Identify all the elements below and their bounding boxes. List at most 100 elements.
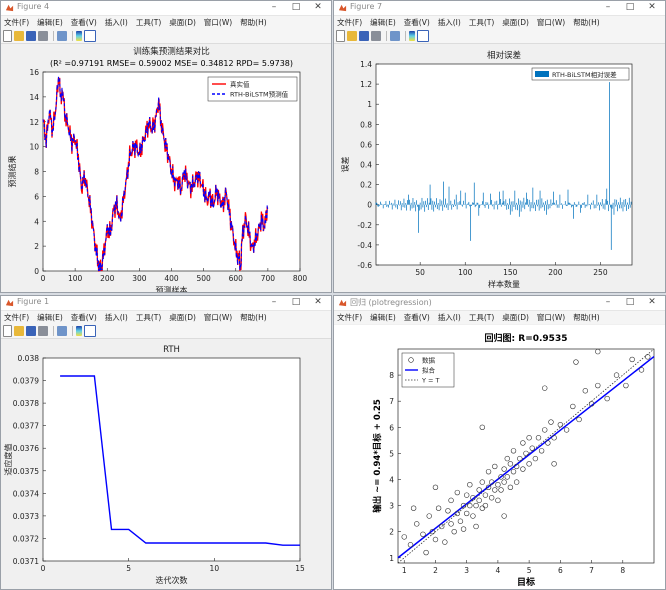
menu-help[interactable]: 帮助(H) [240, 311, 267, 324]
open-folder-icon[interactable] [14, 31, 24, 41]
window-title: 回归 (plotregression) [350, 298, 432, 307]
menu-tools[interactable]: 工具(T) [469, 16, 494, 29]
colorbar-icon[interactable] [76, 326, 82, 336]
close-icon[interactable]: ✕ [307, 296, 329, 310]
error-bar [566, 204, 568, 207]
error-bar [424, 204, 426, 212]
print-icon[interactable] [38, 31, 48, 41]
menu-help[interactable]: 帮助(H) [240, 16, 267, 29]
colorbar-icon[interactable] [409, 31, 415, 41]
menu-view[interactable]: 查看(V) [404, 311, 430, 324]
menu-edit[interactable]: 编辑(E) [37, 311, 63, 324]
x-tick-label: 5 [126, 564, 131, 573]
menu-insert[interactable]: 插入(I) [105, 16, 128, 29]
menu-edit[interactable]: 编辑(E) [370, 311, 396, 324]
maximize-icon[interactable]: □ [619, 1, 641, 15]
menu-insert[interactable]: 插入(I) [438, 16, 461, 29]
menu-view[interactable]: 查看(V) [71, 16, 97, 29]
menu-tools[interactable]: 工具(T) [136, 16, 161, 29]
maximize-icon[interactable]: □ [619, 296, 641, 310]
titlebar[interactable]: 回归 (plotregression) – □ ✕ [334, 296, 665, 311]
menu-file[interactable]: 文件(F) [337, 311, 362, 324]
y-tick-label: 0.4 [360, 161, 372, 170]
menu-window[interactable]: 窗口(W) [537, 311, 565, 324]
menu-edit[interactable]: 编辑(E) [370, 16, 396, 29]
save-icon[interactable] [26, 326, 36, 336]
legend-icon[interactable] [84, 30, 96, 42]
menu-insert[interactable]: 插入(I) [105, 311, 128, 324]
save-icon[interactable] [359, 31, 369, 41]
menu-file[interactable]: 文件(F) [4, 311, 29, 324]
menu-help[interactable]: 帮助(H) [573, 16, 600, 29]
error-bar [467, 203, 469, 205]
y-tick-label: 10 [29, 143, 39, 152]
new-file-icon[interactable] [3, 325, 12, 337]
menu-help[interactable]: 帮助(H) [573, 311, 600, 324]
print-icon[interactable] [371, 31, 381, 41]
menu-file[interactable]: 文件(F) [337, 16, 362, 29]
titlebar[interactable]: Figure 1 – □ ✕ [1, 296, 331, 311]
error-bar [470, 204, 472, 241]
error-bar [482, 201, 483, 205]
chart-subtitle: (R² =0.97191 RMSE= 0.59002 MSE= 0.34812 … [50, 59, 293, 68]
close-icon[interactable]: ✕ [641, 1, 663, 15]
figure-canvas: 相对误差 50 100 150 200 250 -0.6 -0.4 -0.2 0 0.2 0.4 0.6… [334, 44, 665, 292]
minimize-icon[interactable]: – [597, 296, 619, 310]
legend-icon[interactable] [84, 325, 96, 337]
open-folder-icon[interactable] [14, 326, 24, 336]
x-tick-label: 0 [41, 274, 46, 283]
menu-window[interactable]: 窗口(W) [204, 311, 232, 324]
menu-desktop[interactable]: 桌面(D) [502, 16, 529, 29]
open-folder-icon[interactable] [347, 31, 357, 41]
titlebar[interactable]: Figure 7 – □ ✕ [334, 1, 665, 16]
error-bar [378, 204, 380, 207]
maximize-icon[interactable]: □ [285, 296, 307, 310]
error-bar [438, 204, 440, 211]
menu-tools[interactable]: 工具(T) [469, 311, 494, 324]
menu-window[interactable]: 窗口(W) [537, 16, 565, 29]
error-bar [486, 203, 488, 205]
error-bar [628, 197, 630, 205]
link-icon[interactable] [57, 31, 67, 41]
error-bar [425, 200, 426, 205]
x-axis-label: 迭代次数 [156, 575, 188, 585]
x-tick-label: 700 [261, 274, 276, 283]
x-axis-label: 样本数量 [488, 279, 520, 289]
minimize-icon[interactable]: – [263, 1, 285, 15]
error-bar [402, 204, 404, 208]
x-tick-label: 4 [496, 566, 501, 575]
legend-icon[interactable] [417, 30, 429, 42]
colorbar-icon[interactable] [76, 31, 82, 41]
menu-file[interactable]: 文件(F) [4, 16, 29, 29]
toolbar-separator [72, 326, 73, 336]
minimize-icon[interactable]: – [263, 296, 285, 310]
error-bar [427, 198, 428, 205]
menu-view[interactable]: 查看(V) [71, 311, 97, 324]
error-bar [518, 198, 519, 205]
menu-desktop[interactable]: 桌面(D) [502, 311, 529, 324]
menu-window[interactable]: 窗口(W) [204, 16, 232, 29]
link-icon[interactable] [57, 326, 67, 336]
menu-tools[interactable]: 工具(T) [136, 311, 161, 324]
close-icon[interactable]: ✕ [641, 296, 663, 310]
error-bar [612, 202, 614, 205]
titlebar[interactable]: Figure 4 – □ ✕ [1, 1, 331, 16]
link-icon[interactable] [390, 31, 400, 41]
new-file-icon[interactable] [3, 30, 12, 42]
print-icon[interactable] [38, 326, 48, 336]
error-bar [444, 204, 445, 208]
menu-desktop[interactable]: 桌面(D) [169, 311, 196, 324]
menu-desktop[interactable]: 桌面(D) [169, 16, 196, 29]
save-icon[interactable] [26, 31, 36, 41]
menu-insert[interactable]: 插入(I) [438, 311, 461, 324]
error-bar [553, 191, 554, 205]
close-icon[interactable]: ✕ [307, 1, 329, 15]
error-bar [555, 204, 556, 206]
error-bar [418, 204, 420, 211]
new-file-icon[interactable] [336, 30, 345, 42]
maximize-icon[interactable]: □ [285, 1, 307, 15]
menu-edit[interactable]: 编辑(E) [37, 16, 63, 29]
menu-view[interactable]: 查看(V) [404, 16, 430, 29]
error-bar [385, 201, 387, 205]
minimize-icon[interactable]: – [597, 1, 619, 15]
